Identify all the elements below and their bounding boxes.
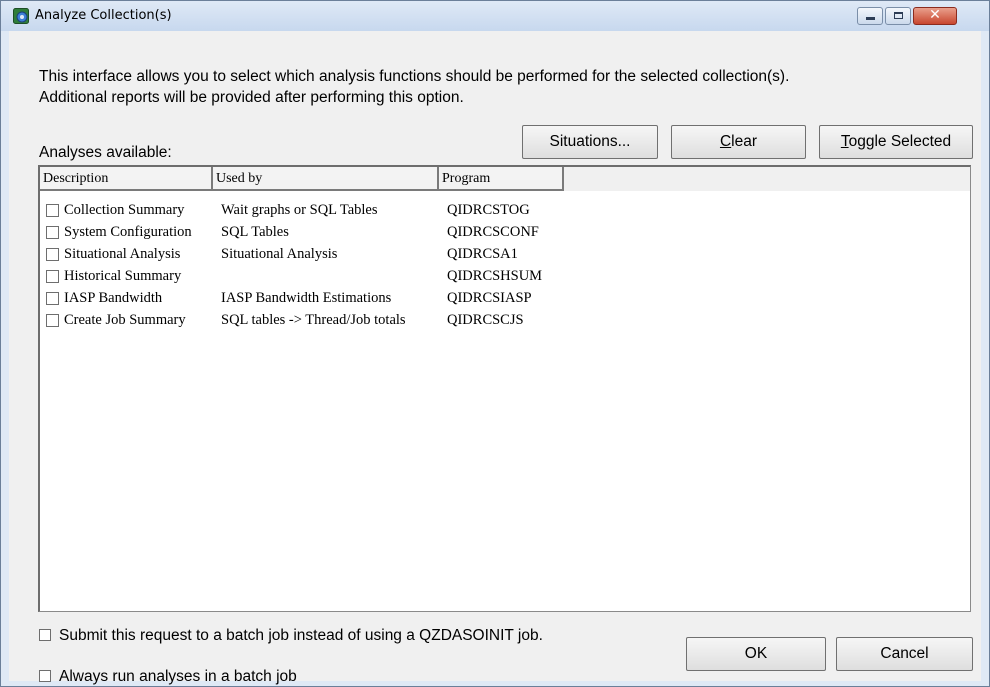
minimize-button[interactable] <box>857 7 883 25</box>
row-checkbox[interactable] <box>46 270 59 283</box>
row-program: QIDRCSHSUM <box>447 268 543 284</box>
row-description: Situational Analysis <box>64 246 181 262</box>
window-title: Analyze Collection(s) <box>35 8 172 23</box>
row-used-by: IASP Bandwidth Estimations <box>221 290 392 306</box>
header-filler <box>564 167 970 191</box>
toggle-selected-button[interactable]: Toggle Selected <box>819 125 973 159</box>
intro-line-1: This interface allows you to select whic… <box>39 68 790 85</box>
column-header-description[interactable]: Description <box>40 167 213 191</box>
row-checkbox[interactable] <box>46 226 59 239</box>
batch-submit-checkbox[interactable] <box>39 629 51 641</box>
clear-mnemonic: C <box>719 133 732 150</box>
analyses-list[interactable]: Description Used by Program Collection S… <box>38 165 971 612</box>
app-icon <box>13 8 29 24</box>
toggle-label-rest: oggle Selected <box>848 133 952 150</box>
row-checkbox[interactable] <box>46 314 59 327</box>
column-header-used-by[interactable]: Used by <box>213 167 439 191</box>
always-batch-option[interactable]: Always run analyses in a batch job <box>39 668 297 686</box>
ok-button[interactable]: OK <box>686 637 826 671</box>
column-header-program[interactable]: Program <box>439 167 564 191</box>
row-checkbox[interactable] <box>46 248 59 261</box>
intro-line-2: Additional reports will be provided afte… <box>39 89 464 106</box>
row-description: IASP Bandwidth <box>64 290 163 306</box>
row-description: Historical Summary <box>64 268 182 284</box>
row-program: QIDRCSIASP <box>447 290 532 306</box>
row-used-by: Situational Analysis <box>221 246 338 262</box>
situations-button[interactable]: Situations... <box>522 125 658 159</box>
row-checkbox[interactable] <box>46 292 59 305</box>
row-description: System Configuration <box>64 224 192 240</box>
row-checkbox[interactable] <box>46 204 59 217</box>
analyze-collections-window: Analyze Collection(s) ✕ This interface a… <box>0 0 990 687</box>
title-bar[interactable]: Analyze Collection(s) ✕ <box>1 1 989 31</box>
row-description: Create Job Summary <box>64 312 186 328</box>
row-description: Collection Summary <box>64 202 185 218</box>
toggle-mnemonic: T <box>840 133 849 150</box>
row-used-by: Wait graphs or SQL Tables <box>221 202 378 218</box>
row-used-by: SQL tables -> Thread/Job totals <box>221 312 406 328</box>
always-batch-checkbox[interactable] <box>39 670 51 682</box>
dialog-client-area: This interface allows you to select whic… <box>9 31 981 685</box>
maximize-icon <box>894 12 903 19</box>
clear-label-rest: lear <box>731 133 758 150</box>
batch-submit-option[interactable]: Submit this request to a batch job inste… <box>39 627 543 645</box>
analyses-available-label: Analyses available: <box>39 144 172 161</box>
row-program: QIDRCSCONF <box>447 224 539 240</box>
row-used-by: SQL Tables <box>221 224 289 240</box>
close-button[interactable]: ✕ <box>913 7 957 25</box>
row-program: QIDRCSCJS <box>447 312 524 328</box>
maximize-button[interactable] <box>885 7 911 25</box>
row-program: QIDRCSTOG <box>447 202 530 218</box>
intro-text: This interface allows you to select whic… <box>39 66 789 108</box>
minimize-icon <box>866 17 875 20</box>
cancel-button[interactable]: Cancel <box>836 637 973 671</box>
row-program: QIDRCSA1 <box>447 246 518 262</box>
always-batch-label: Always run analyses in a batch job <box>59 668 297 685</box>
close-icon: ✕ <box>929 7 941 23</box>
batch-submit-label: Submit this request to a batch job inste… <box>59 627 543 644</box>
clear-button[interactable]: Clear <box>671 125 806 159</box>
